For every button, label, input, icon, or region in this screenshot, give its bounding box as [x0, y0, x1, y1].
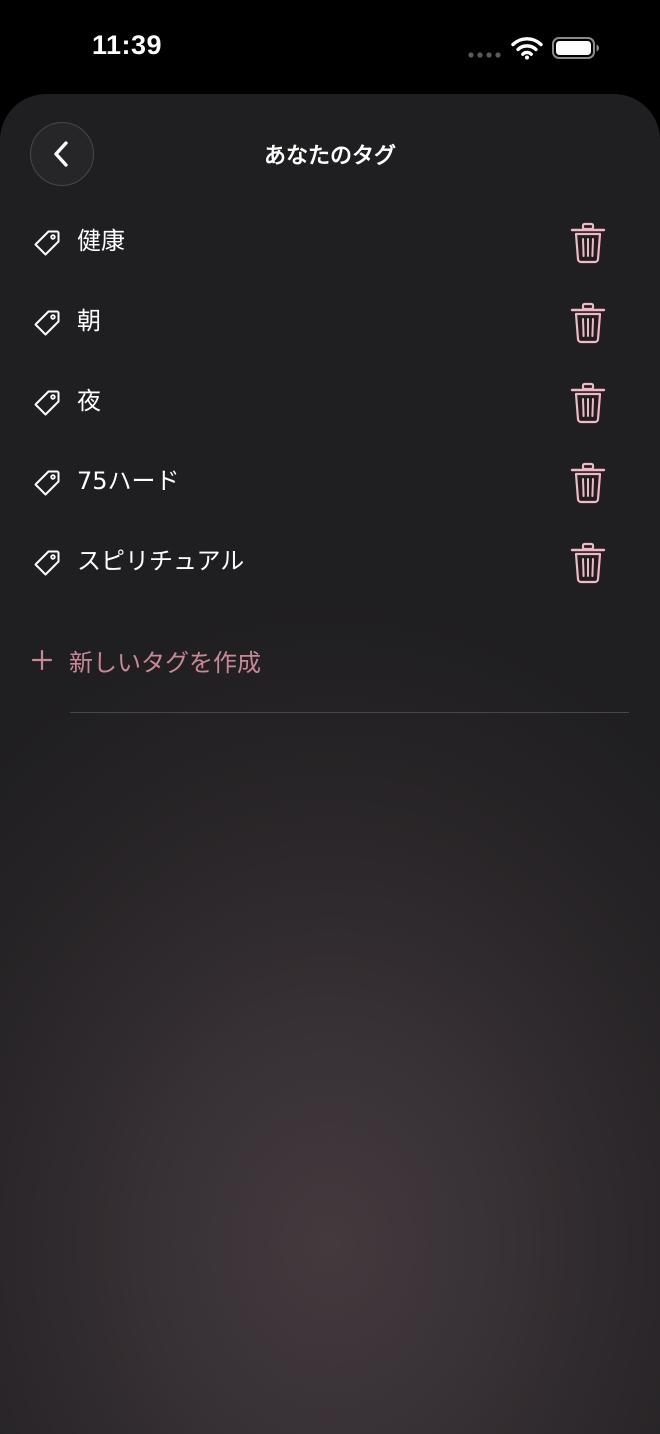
trash-icon[interactable]	[568, 542, 608, 584]
status-bar: 11:39	[0, 0, 660, 94]
tag-label: 朝	[77, 307, 101, 335]
tag-label: 夜	[77, 387, 101, 415]
tag-row[interactable]: 夜	[0, 364, 660, 444]
divider	[70, 712, 629, 713]
plus-icon	[31, 649, 53, 671]
create-tag-button[interactable]: 新しいタグを作成	[30, 640, 261, 680]
status-time: 11:39	[92, 30, 163, 60]
trash-icon[interactable]	[568, 302, 608, 344]
trash-icon[interactable]	[568, 222, 608, 264]
tag-icon	[34, 230, 60, 256]
create-tag-label: 新しいタグを作成	[69, 648, 261, 677]
tag-icon	[34, 390, 60, 416]
trash-icon[interactable]	[568, 382, 608, 424]
tags-sheet: あなたのタグ 健康 朝 夜 75ハード スピリチュアル 新しいタグを作成	[0, 94, 660, 1434]
tag-row[interactable]: 朝	[0, 284, 660, 364]
tag-row[interactable]: 75ハード	[0, 444, 660, 524]
tag-icon	[34, 470, 60, 496]
cellular-signal-icon	[468, 52, 501, 58]
tag-label: 75ハード	[77, 467, 180, 495]
trash-icon[interactable]	[568, 462, 608, 504]
tag-icon	[34, 550, 60, 576]
tag-label: 健康	[77, 227, 125, 255]
tag-row[interactable]: スピリチュアル	[0, 524, 660, 604]
tag-icon	[34, 310, 60, 336]
battery-icon	[552, 37, 599, 59]
wifi-icon	[511, 37, 543, 60]
page-title: あなたのタグ	[263, 144, 396, 169]
tag-label: スピリチュアル	[77, 547, 245, 575]
tag-row[interactable]: 健康	[0, 204, 660, 284]
